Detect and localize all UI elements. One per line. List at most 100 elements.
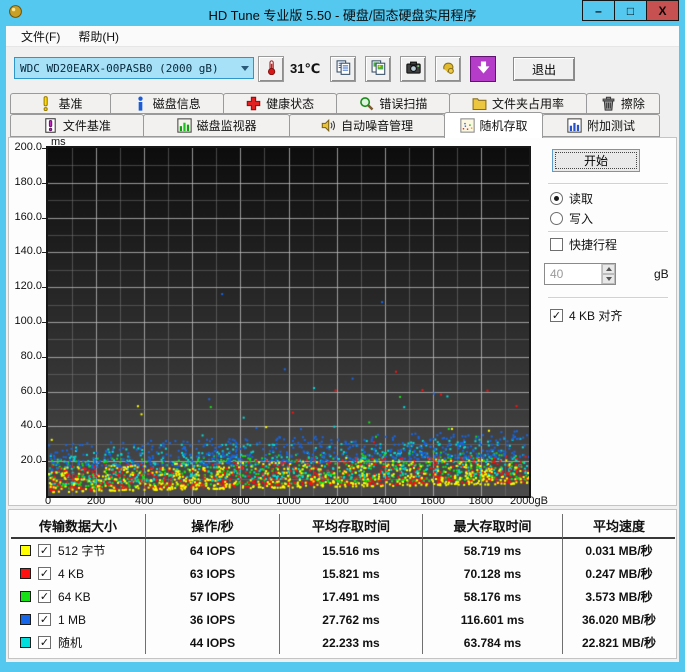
maximize-button[interactable]: □ xyxy=(614,0,647,21)
tab-random-access[interactable]: 随机存取 xyxy=(443,112,544,138)
x-axis-tick-label: 400 xyxy=(135,495,154,507)
random-access-scatter-chart xyxy=(46,146,531,498)
series-checkbox-1[interactable] xyxy=(38,567,51,580)
result-cell: 58.176 ms xyxy=(423,585,563,608)
series-color-swatch xyxy=(20,568,31,579)
start-button[interactable]: 开始 xyxy=(552,149,640,172)
short-stroke-unit-label: gB xyxy=(654,267,669,281)
result-cell: 22.233 ms xyxy=(280,631,423,654)
tab-erase[interactable]: 擦除 xyxy=(585,93,660,114)
update-button[interactable] xyxy=(470,56,496,82)
short-stroke-label: 快捷行程 xyxy=(569,237,618,252)
series-checkbox-3[interactable] xyxy=(38,613,51,626)
result-cell: 44 IOPS xyxy=(146,631,280,654)
result-cell: 22.821 MB/秒 xyxy=(581,636,657,650)
4kb-align-label: 4 KB 对齐 xyxy=(569,308,623,323)
column-header: 操作/秒 xyxy=(146,514,280,539)
random-access-panel: ms 200.0 180.0 160.0 140.0 120.0 100.0 80.0 60.… xyxy=(8,136,677,507)
separator xyxy=(548,231,668,233)
random-access-icon xyxy=(459,118,475,133)
checkbox-checked-icon xyxy=(550,308,563,322)
close-button[interactable]: X xyxy=(646,0,679,21)
read-radio-label: 读取 xyxy=(569,191,594,206)
series-label: 4 KB xyxy=(58,566,85,581)
tab-disk-monitor[interactable]: 磁盘监视器 xyxy=(142,114,291,137)
tab-row-1: 基准 磁盘信息 健康状态 错误扫描 文件夹占用率 擦除 xyxy=(10,93,660,114)
results-table: 传输数据大小操作/秒平均存取时间最大存取时间平均速度512 字节64 IOPS1… xyxy=(11,514,675,654)
screenshot-button[interactable] xyxy=(400,56,426,82)
temperature-button[interactable] xyxy=(258,56,284,82)
y-axis-tick xyxy=(42,426,46,428)
series-checkbox-0[interactable] xyxy=(38,544,51,557)
series-checkbox-2[interactable] xyxy=(38,590,51,603)
spin-down-button[interactable] xyxy=(602,274,615,284)
read-radio[interactable]: 读取 xyxy=(550,190,593,206)
y-axis-tick-label: 200.0 xyxy=(14,141,42,153)
tab-benchmark[interactable]: 基准 xyxy=(10,93,111,114)
y-axis-tick-label: 180.0 xyxy=(14,175,42,188)
series-label: 64 KB xyxy=(58,589,91,604)
radio-unselected-icon xyxy=(550,211,563,225)
column-header: 最大存取时间 xyxy=(423,514,563,539)
tab-aam[interactable]: 自动噪音管理 xyxy=(289,114,445,137)
triangle-up-icon xyxy=(605,267,612,271)
thermometer-icon xyxy=(264,60,279,78)
tab-label: 健康状态 xyxy=(266,97,315,111)
y-axis-tick xyxy=(42,391,46,393)
tab-error-scan[interactable]: 错误扫描 xyxy=(336,93,451,114)
menu-help[interactable]: 帮助(H) xyxy=(69,26,128,47)
spin-up-button[interactable] xyxy=(602,264,615,274)
tab-extra-tests[interactable]: 附加测试 xyxy=(542,114,660,137)
minimize-button[interactable]: – xyxy=(582,0,615,21)
result-cell: 63 IOPS xyxy=(146,562,280,585)
y-axis-tick-label: 80.0 xyxy=(20,349,42,362)
toolbar-buttons xyxy=(330,56,496,82)
y-axis-tick xyxy=(42,356,46,358)
disk-info-icon xyxy=(133,96,148,111)
result-cell: 63.784 ms xyxy=(423,631,563,654)
tab-row-2: 文件基准 磁盘监视器 自动噪音管理 随机存取 附加测试 xyxy=(10,112,660,138)
tab-health[interactable]: 健康状态 xyxy=(222,93,338,114)
file-benchmark-icon xyxy=(43,118,58,133)
chevron-down-icon xyxy=(237,66,253,71)
short-stroke-size-input[interactable]: 40 xyxy=(544,263,616,285)
y-axis-tick-label: 100.0 xyxy=(14,315,42,327)
update-arrow-icon xyxy=(476,60,491,78)
y-axis-tick-label: 120.0 xyxy=(14,280,42,293)
separator xyxy=(548,297,668,299)
benchmark-icon xyxy=(38,96,53,111)
4kb-align-checkbox[interactable]: 4 KB 对齐 xyxy=(550,307,622,323)
folder-usage-icon xyxy=(472,96,487,111)
series-color-swatch xyxy=(20,614,31,625)
result-cell: 64 IOPS xyxy=(146,539,280,562)
triangle-down-icon xyxy=(605,277,612,281)
write-radio[interactable]: 写入 xyxy=(550,210,593,226)
menu-file[interactable]: 文件(F) xyxy=(12,26,69,47)
save-button[interactable] xyxy=(435,56,461,82)
tab-disk-info[interactable]: 磁盘信息 xyxy=(109,93,224,114)
result-cell: 36.020 MB/秒 xyxy=(581,613,657,627)
exit-button[interactable]: 退出 xyxy=(513,57,575,81)
copy-text-button[interactable] xyxy=(330,56,356,82)
copy-image-icon xyxy=(371,60,386,78)
result-cell: 0.031 MB/秒 xyxy=(585,544,653,558)
x-axis-tick-label: 800 xyxy=(231,495,250,507)
result-cell: 36 IOPS xyxy=(146,608,280,631)
y-axis-tick xyxy=(42,322,46,323)
tab-folder-usage[interactable]: 文件夹占用率 xyxy=(449,93,587,114)
spinner-buttons xyxy=(601,264,615,284)
tab-file-benchmark[interactable]: 文件基准 xyxy=(10,114,144,137)
menubar: 文件(F) 帮助(H) xyxy=(6,26,679,47)
series-color-swatch xyxy=(20,637,31,648)
series-checkbox-4[interactable] xyxy=(38,636,51,649)
copy-image-button[interactable] xyxy=(365,56,391,82)
series-legend-cell: 512 字节 xyxy=(11,539,146,562)
save-gold-icon xyxy=(441,60,456,78)
short-stroke-checkbox[interactable]: 快捷行程 xyxy=(550,236,617,252)
result-cell: 15.516 ms xyxy=(280,539,423,562)
series-label: 随机 xyxy=(58,636,83,650)
tab-label: 自动噪音管理 xyxy=(341,119,414,133)
series-color-swatch xyxy=(20,591,31,602)
drive-select[interactable]: WDC WD20EARX-00PASB0 (2000 gB) xyxy=(14,57,254,79)
y-axis-tick xyxy=(42,148,46,149)
